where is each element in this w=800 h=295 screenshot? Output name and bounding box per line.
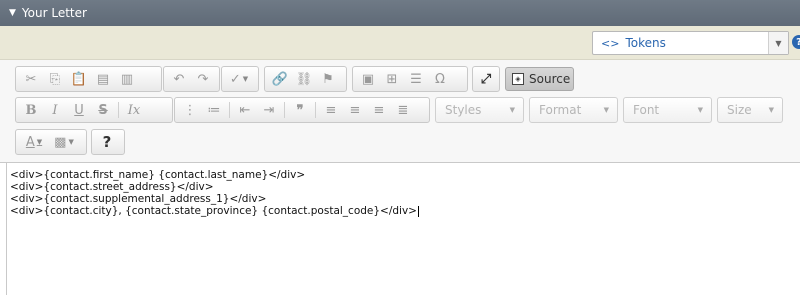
source-line: <div>{contact.street_address}</div> <box>10 181 214 193</box>
insert-group: ▣ ⊞ ☰ Ω <box>352 66 468 92</box>
font-combo[interactable]: Font ▼ <box>623 97 712 123</box>
tokens-select[interactable]: <> Tokens ▼ <box>592 31 789 55</box>
image-icon[interactable]: ▣ <box>356 68 380 90</box>
italic-icon[interactable]: I <box>43 99 67 121</box>
unlink-icon[interactable]: ⛓ <box>292 68 316 90</box>
spellcheck-icon[interactable]: ✓ ▼ <box>225 68 253 90</box>
styles-combo[interactable]: Styles ▼ <box>435 97 524 123</box>
text-cursor <box>417 205 419 217</box>
copy-icon[interactable]: ⎘ <box>43 68 67 90</box>
help-button[interactable]: ? <box>95 131 119 153</box>
color-group: A ▼ ▩ ▼ <box>15 129 87 155</box>
align-center-icon[interactable]: ≡ <box>343 99 367 121</box>
format-combo[interactable]: Format ▼ <box>529 97 618 123</box>
outdent-icon[interactable]: ⇤ <box>233 99 257 121</box>
source-icon: ◈ <box>512 73 524 85</box>
chevron-down-icon: ▼ <box>768 106 774 114</box>
chevron-down-icon: ▼ <box>697 106 703 114</box>
anchor-flag-icon[interactable]: ⚑ <box>316 68 340 90</box>
source-label: Source <box>529 72 571 86</box>
link-icon[interactable]: 🔗 <box>268 68 292 90</box>
strikethrough-icon[interactable]: S <box>91 99 115 121</box>
bullet-list-icon[interactable]: ≔ <box>202 99 226 121</box>
text-color-icon[interactable]: A ▼ <box>19 131 49 153</box>
horizontal-rule-icon[interactable]: ☰ <box>404 68 428 90</box>
maximize-group: ⤢ <box>472 66 500 92</box>
source-line: <div>{contact.first_name} {contact.last_… <box>10 169 306 181</box>
paste-text-icon[interactable]: ▤ <box>91 68 115 90</box>
editor-toolbar: ✂ ⎘ 📋 ▤ ▥ ↶ ↷ ✓ ▼ 🔗 ⛓ ⚑ ▣ ⊞ ☰ Ω ⤢ ◈ Sourc… <box>0 60 800 163</box>
paste-word-icon[interactable]: ▥ <box>115 68 139 90</box>
text-style-group: B I U S Ix <box>15 97 173 123</box>
numbered-list-icon[interactable]: ⋮ <box>178 99 202 121</box>
remove-format-icon[interactable]: Ix <box>122 99 146 121</box>
indent-icon[interactable]: ⇥ <box>257 99 281 121</box>
underline-icon[interactable]: U <box>67 99 91 121</box>
maximize-icon[interactable]: ⤢ <box>476 68 496 90</box>
paste-icon[interactable]: 📋 <box>67 68 91 90</box>
source-line: <div>{contact.supplemental_address_1}</d… <box>10 193 267 205</box>
tokens-label: Tokens <box>625 36 666 50</box>
chevron-down-icon: ▼ <box>509 106 515 114</box>
justify-icon[interactable]: ≣ <box>391 99 415 121</box>
section-header[interactable]: ▼ Your Letter <box>0 0 800 26</box>
redo-icon[interactable]: ↷ <box>191 68 215 90</box>
table-icon[interactable]: ⊞ <box>380 68 404 90</box>
link-group: 🔗 ⛓ ⚑ <box>264 66 347 92</box>
source-editor[interactable]: <div>{contact.first_name} {contact.last_… <box>6 163 800 295</box>
help-group: ? <box>91 129 125 155</box>
source-line: <div>{contact.city}, {contact.state_prov… <box>10 205 417 217</box>
source-button[interactable]: ◈ Source <box>505 67 574 91</box>
paragraph-group: ⋮ ≔ ⇤ ⇥ ❞ ≡ ≡ ≡ ≣ <box>174 97 430 123</box>
dropdown-arrow-icon[interactable]: ▼ <box>768 32 788 54</box>
styles-label: Styles <box>445 103 482 117</box>
cut-icon[interactable]: ✂ <box>19 68 43 90</box>
section-title: Your Letter <box>21 6 87 20</box>
code-icon: <> <box>601 36 620 50</box>
align-right-icon[interactable]: ≡ <box>367 99 391 121</box>
format-label: Format <box>539 103 582 117</box>
collapse-caret-icon[interactable]: ▼ <box>9 8 16 18</box>
blockquote-icon[interactable]: ❞ <box>288 99 312 121</box>
chevron-down-icon: ▼ <box>603 106 609 114</box>
undo-icon[interactable]: ↶ <box>167 68 191 90</box>
font-label: Font <box>633 103 660 117</box>
align-left-icon[interactable]: ≡ <box>319 99 343 121</box>
size-combo[interactable]: Size ▼ <box>717 97 783 123</box>
background-color-icon[interactable]: ▩ ▼ <box>49 131 79 153</box>
size-label: Size <box>727 103 752 117</box>
token-bar: <> Tokens ▼ ? <box>0 26 800 60</box>
undo-group: ↶ ↷ <box>163 66 220 92</box>
special-char-icon[interactable]: Ω <box>428 68 452 90</box>
bold-icon[interactable]: B <box>19 99 43 121</box>
clipboard-group: ✂ ⎘ 📋 ▤ ▥ <box>15 66 162 92</box>
spellcheck-group: ✓ ▼ <box>221 66 259 92</box>
help-icon[interactable]: ? <box>792 35 800 49</box>
